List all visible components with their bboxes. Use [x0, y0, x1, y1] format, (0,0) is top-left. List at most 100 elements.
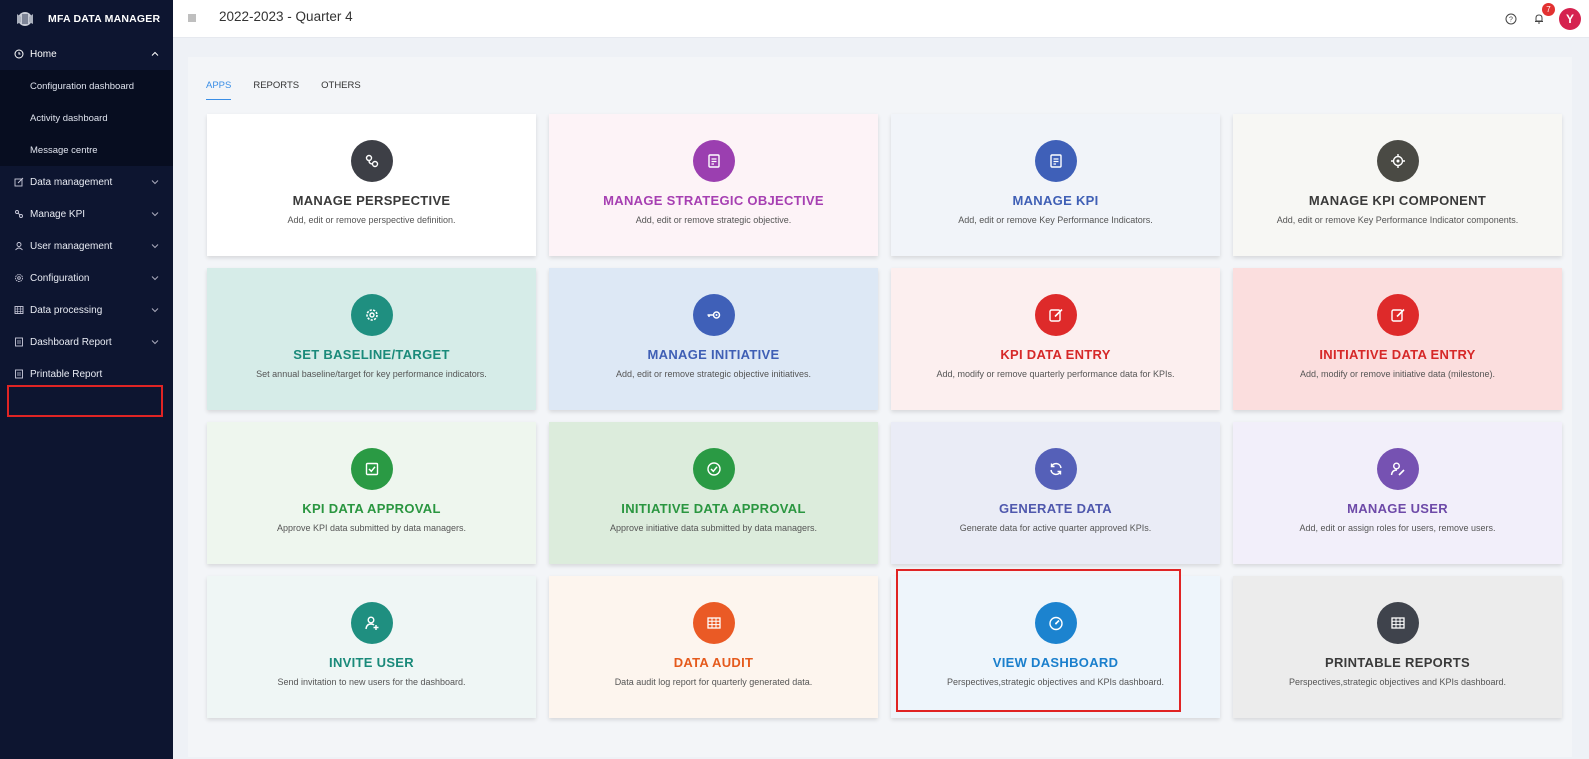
- table-icon: [14, 305, 24, 315]
- card-description: Send invitation to new users for the das…: [277, 677, 466, 687]
- card-title: MANAGE USER: [1347, 501, 1448, 516]
- app-card-printable-reports[interactable]: PRINTABLE REPORTS Perspectives,strategic …: [1233, 576, 1562, 718]
- sidebar: MFA DATA MANAGER Home Configuration dash…: [0, 0, 173, 759]
- target-icon: [1376, 140, 1419, 182]
- app-card-kpi-data-approval[interactable]: KPI DATA APPROVAL Approve KPI data submit…: [207, 422, 536, 564]
- sidebar-item-label: Configuration: [30, 272, 90, 284]
- app-card-invite-user[interactable]: INVITE USER Send invitation to new users …: [207, 576, 536, 718]
- card-title: INITIATIVE DATA APPROVAL: [621, 501, 806, 516]
- sidebar-item-data-management[interactable]: Data management: [0, 166, 173, 198]
- route-icon: [350, 140, 393, 182]
- card-description: Add, modify or remove initiative data (m…: [1299, 369, 1496, 379]
- app-card-manage-strategic-objective[interactable]: MANAGE STRATEGIC OBJECTIVE Add, edit or r…: [549, 114, 878, 256]
- sidebar-subitem-activity-dashboard[interactable]: Activity dashboard: [0, 102, 173, 134]
- tab-others[interactable]: OTHERS: [321, 80, 361, 100]
- app-card-manage-user[interactable]: MANAGE USER Add, edit or assign roles for…: [1233, 422, 1562, 564]
- chevron-up-icon: [151, 51, 159, 56]
- route-icon: [14, 209, 24, 219]
- card-description: Perspectives,strategic objectives and KP…: [1288, 677, 1507, 687]
- chevron-down-icon: [151, 340, 159, 345]
- card-description: Approve initiative data submitted by dat…: [609, 523, 818, 533]
- sidebar-subitem-message-centre[interactable]: Message centre: [0, 134, 173, 166]
- coat-of-arms-logo: [17, 12, 33, 26]
- sidebar-item-label: Manage KPI: [30, 208, 86, 220]
- table-icon: [692, 602, 735, 644]
- help-button[interactable]: ?: [1503, 11, 1519, 27]
- card-description: Add, edit or remove Key Performance Indi…: [958, 215, 1153, 225]
- card-description: Add, edit or remove perspective definiti…: [287, 215, 456, 225]
- sidebar-item-label: Data management: [30, 176, 113, 188]
- card-title: DATA AUDIT: [673, 655, 754, 670]
- card-title: INVITE USER: [329, 655, 414, 670]
- card-title: KPI DATA ENTRY: [1000, 347, 1111, 362]
- sidebar-subitem-configuration-dashboard[interactable]: Configuration dashboard: [0, 70, 173, 102]
- app-card-generate-data[interactable]: GENERATE DATA Generate data for active qu…: [891, 422, 1220, 564]
- sidebar-item-user-management[interactable]: User management: [0, 230, 173, 262]
- card-description: Add, edit or assign roles for users, rem…: [1299, 523, 1496, 533]
- app-card-initiative-data-entry[interactable]: INITIATIVE DATA ENTRY Add, modify or remo…: [1233, 268, 1562, 410]
- card-title: INITIATIVE DATA ENTRY: [1319, 347, 1476, 362]
- app-card-manage-kpi[interactable]: MANAGE KPI Add, edit or remove Key Perfor…: [891, 114, 1220, 256]
- app-card-manage-kpi-component[interactable]: MANAGE KPI COMPONENT Add, edit or remove …: [1233, 114, 1562, 256]
- page-title: 2022-2023 - Quarter 4: [219, 9, 353, 24]
- sidebar-item-label: Dashboard Report: [30, 336, 112, 348]
- key-icon: [692, 294, 735, 336]
- chevron-down-icon: [151, 276, 159, 281]
- sidebar-item-label: Printable Report: [30, 368, 103, 380]
- table-icon: [1376, 602, 1419, 644]
- app-card-set-baseline-target[interactable]: SET BASELINE/TARGET Set annual baseline/t…: [207, 268, 536, 410]
- chevron-down-icon: [151, 308, 159, 313]
- app-card-data-audit[interactable]: DATA AUDIT Data audit log report for quar…: [549, 576, 878, 718]
- svg-text:?: ?: [1509, 17, 1513, 24]
- avatar[interactable]: Y: [1559, 8, 1581, 30]
- app-card-kpi-data-entry[interactable]: KPI DATA ENTRY Add, modify or remove quar…: [891, 268, 1220, 410]
- gear-icon: [14, 273, 24, 283]
- card-description: Set annual baseline/target for key perfo…: [256, 369, 487, 379]
- card-title: MANAGE INITIATIVE: [647, 347, 780, 362]
- document-icon: [692, 140, 735, 182]
- notification-badge: 7: [1542, 3, 1555, 16]
- card-title: MANAGE KPI: [1012, 193, 1099, 208]
- tab-bar: APPS REPORTS OTHERS: [206, 80, 361, 100]
- card-description: Generate data for active quarter approve…: [959, 523, 1152, 533]
- edit-icon: [1376, 294, 1419, 336]
- menu-toggle-icon[interactable]: [187, 13, 197, 23]
- app-card-manage-perspective[interactable]: MANAGE PERSPECTIVE Add, edit or remove pe…: [207, 114, 536, 256]
- top-bar: 2022-2023 - Quarter 4 ? 7 Y: [173, 0, 1589, 38]
- edit-icon: [14, 177, 24, 187]
- card-title: MANAGE KPI COMPONENT: [1308, 193, 1487, 208]
- check-square-icon: [350, 448, 393, 490]
- card-description: Approve KPI data submitted by data manag…: [276, 523, 467, 533]
- home-submenu: Configuration dashboard Activity dashboa…: [0, 70, 173, 166]
- sidebar-item-label: User management: [30, 240, 113, 252]
- sidebar-item-data-processing[interactable]: Data processing: [0, 294, 173, 326]
- refresh-icon: [1034, 448, 1077, 490]
- sidebar-item-manage-kpi[interactable]: Manage KPI: [0, 198, 173, 230]
- tab-reports[interactable]: REPORTS: [253, 80, 299, 100]
- app-card-manage-initiative[interactable]: MANAGE INITIATIVE Add, edit or remove str…: [549, 268, 878, 410]
- app-card-initiative-data-approval[interactable]: INITIATIVE DATA APPROVAL Approve initiati…: [549, 422, 878, 564]
- edit-icon: [1034, 294, 1077, 336]
- annotation-highlight-box: [896, 569, 1181, 712]
- sidebar-item-label: Data processing: [30, 304, 103, 316]
- card-description: Add, edit or remove Key Performance Indi…: [1276, 215, 1519, 225]
- document-icon: [1034, 140, 1077, 182]
- sidebar-item-label: Home: [30, 48, 57, 60]
- annotation-highlight-box: [7, 385, 163, 417]
- report-icon: [14, 337, 24, 347]
- card-description: Data audit log report for quarterly gene…: [614, 677, 813, 687]
- card-title: MANAGE PERSPECTIVE: [292, 193, 451, 208]
- brand[interactable]: MFA DATA MANAGER: [0, 0, 173, 38]
- notifications-button[interactable]: 7: [1531, 3, 1555, 27]
- chevron-down-icon: [151, 212, 159, 217]
- gear-icon: [350, 294, 393, 336]
- sidebar-item-configuration[interactable]: Configuration: [0, 262, 173, 294]
- app-name: MFA DATA MANAGER: [48, 13, 161, 25]
- sidebar-item-home[interactable]: Home: [0, 38, 173, 70]
- tab-apps[interactable]: APPS: [206, 80, 232, 100]
- sidebar-item-dashboard-report[interactable]: Dashboard Report: [0, 326, 173, 358]
- card-description: Add, modify or remove quarterly performa…: [936, 369, 1175, 379]
- chevron-down-icon: [151, 244, 159, 249]
- card-description: Add, edit or remove strategic objective.: [635, 215, 792, 225]
- help-icon: ?: [1505, 13, 1517, 25]
